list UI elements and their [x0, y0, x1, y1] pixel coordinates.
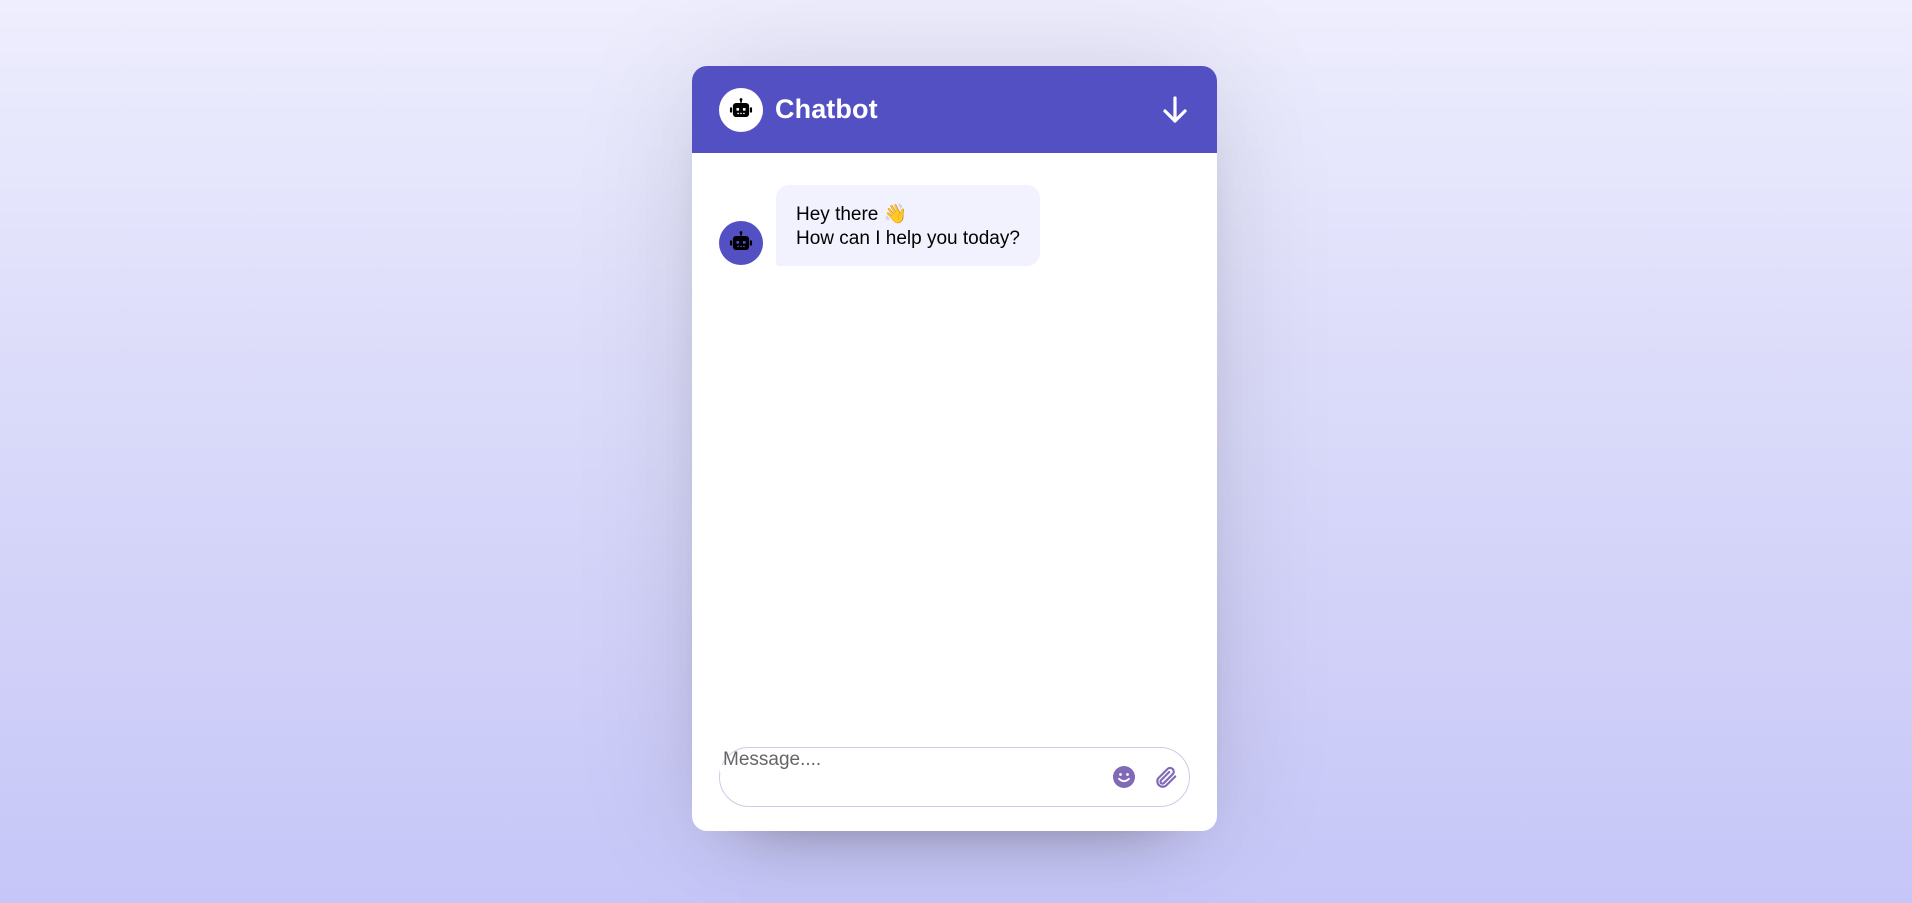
chat-header: Chatbot	[692, 66, 1217, 153]
chat-form	[719, 747, 1190, 807]
smiley-icon	[1113, 766, 1135, 788]
form-controls	[1109, 762, 1181, 792]
chat-footer	[719, 747, 1190, 807]
message-input[interactable]	[720, 748, 1083, 806]
paperclip-icon	[1156, 766, 1177, 788]
message-line: Hey there 👋	[796, 204, 908, 225]
emoji-button[interactable]	[1109, 762, 1139, 792]
collapse-chat-button[interactable]	[1155, 90, 1195, 130]
arrow-down-icon	[1163, 95, 1187, 123]
chat-body: Hey there 👋 How can I help you today?	[692, 153, 1217, 731]
message-bubble: Hey there 👋 How can I help you today?	[776, 185, 1040, 266]
chatbot-window: Chatbot Hey there 👋 How can I help you t…	[692, 66, 1217, 831]
chatbot-title: Chatbot	[775, 94, 878, 124]
robot-icon	[719, 221, 763, 265]
bot-message: Hey there 👋 How can I help you today?	[719, 185, 1190, 266]
input-edge	[720, 748, 722, 772]
header-info: Chatbot	[719, 87, 878, 132]
message-line: How can I help you today?	[796, 228, 1020, 249]
robot-icon	[719, 87, 763, 132]
attach-file-button[interactable]	[1151, 762, 1181, 792]
